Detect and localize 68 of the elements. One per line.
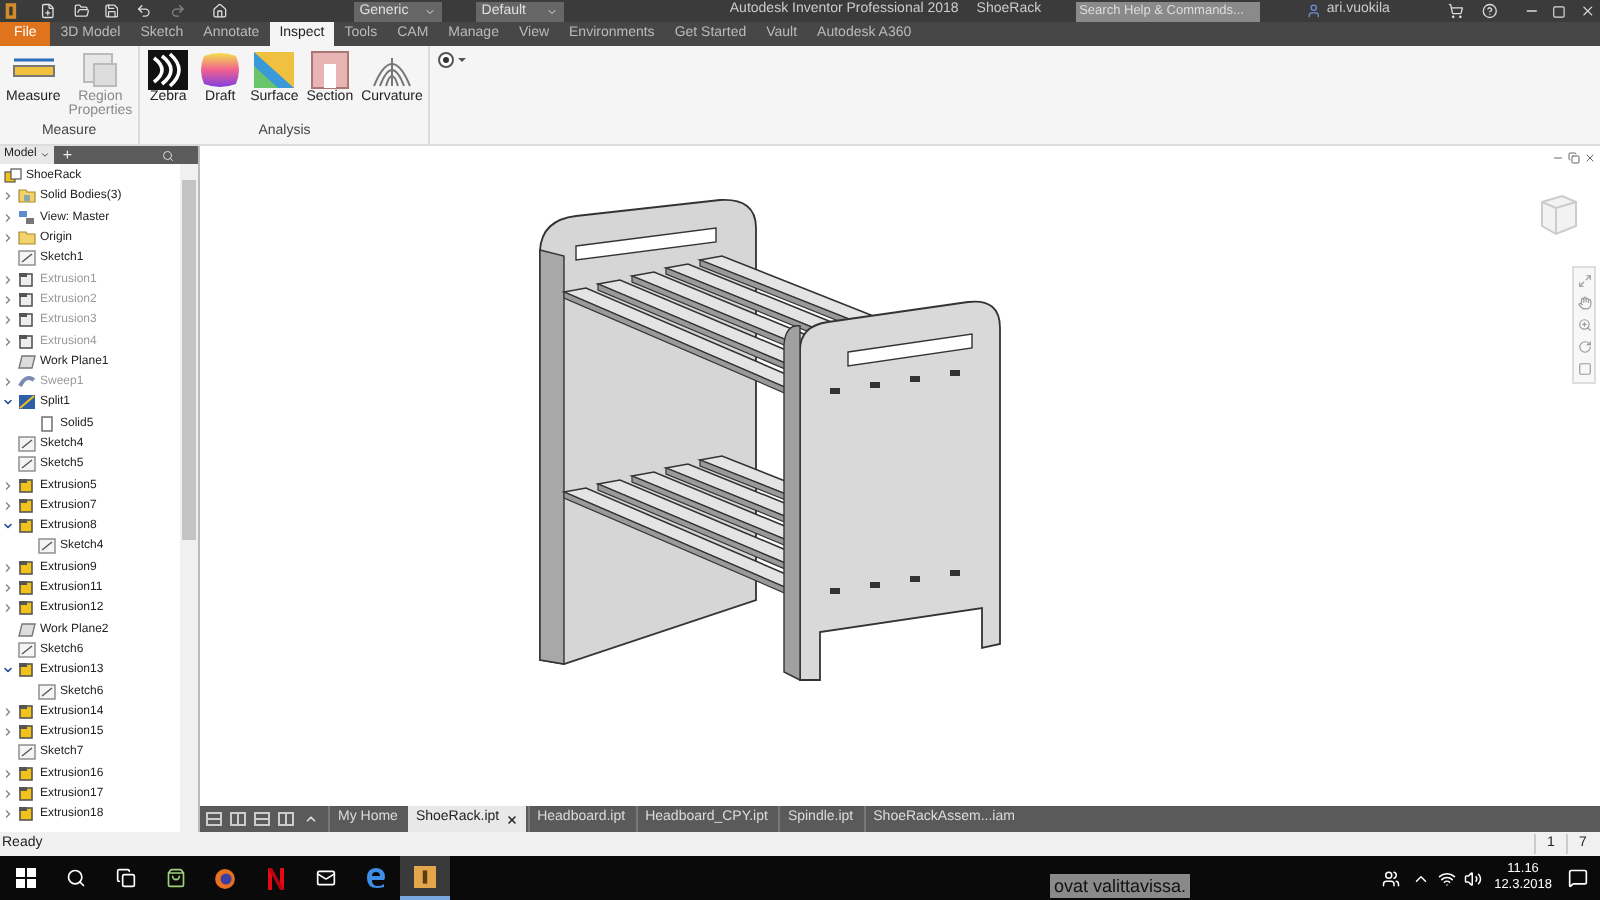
- people-icon[interactable]: [1382, 869, 1401, 887]
- sketch-icon: [38, 683, 56, 700]
- notification-icon[interactable]: [1568, 868, 1588, 888]
- window-layout-icon[interactable]: [254, 812, 270, 826]
- new-file-icon[interactable]: [39, 2, 56, 20]
- open-folder-icon[interactable]: [73, 2, 90, 20]
- extrusion-icon: [18, 312, 36, 329]
- window-layout-icon[interactable]: [278, 812, 294, 826]
- sketch-icon: [38, 538, 56, 555]
- folder-icon: [18, 230, 36, 247]
- save-icon[interactable]: [103, 2, 119, 20]
- extrusion-icon: [18, 703, 36, 720]
- cad-app-icon[interactable]: [400, 856, 450, 900]
- sweep-icon: [18, 374, 36, 391]
- solid-bodies-icon: [18, 188, 36, 205]
- sketch-icon: [18, 436, 36, 452]
- extrusion-icon: [18, 518, 36, 535]
- scrollbar[interactable]: [180, 164, 198, 832]
- appearance-dropdown-icon[interactable]: [438, 52, 471, 68]
- full-navigation-icon[interactable]: [1577, 274, 1591, 288]
- extrusion-icon: [18, 765, 36, 782]
- extrusion-icon: [18, 333, 36, 350]
- draft-analysis-icon: [198, 50, 243, 90]
- sketch-icon: [18, 250, 36, 267]
- extrusion-icon: [18, 580, 36, 597]
- extrusion-icon: [18, 559, 36, 576]
- sketch-icon: [18, 744, 36, 761]
- window-layout-icon[interactable]: [230, 812, 246, 826]
- cart-icon[interactable]: [1447, 2, 1464, 20]
- overlay-text: ovat valittavissa.: [1050, 874, 1191, 898]
- sketch-icon: [18, 641, 36, 658]
- extrusion-icon: [18, 806, 36, 823]
- restore-icon[interactable]: [1568, 152, 1580, 164]
- close-icon[interactable]: [1580, 2, 1597, 20]
- plane-icon: [18, 353, 36, 370]
- maximize-icon[interactable]: [1552, 3, 1567, 19]
- pan-icon[interactable]: [1577, 296, 1591, 310]
- solid-body-icon: [38, 415, 56, 432]
- dropdown-caret-icon: [545, 5, 558, 17]
- redo-icon[interactable]: [170, 2, 186, 20]
- surface-analysis-icon: [252, 50, 297, 90]
- split-icon: [18, 394, 36, 411]
- undo-icon[interactable]: [136, 2, 153, 20]
- plane-icon: [18, 621, 36, 638]
- dropdown-caret-icon: [40, 150, 51, 160]
- window-layout-icon[interactable]: [206, 812, 222, 826]
- extrusion-icon: [18, 662, 36, 679]
- zoom-icon[interactable]: [1577, 318, 1591, 332]
- app-logo-icon[interactable]: [4, 2, 18, 20]
- extrusion-icon: [18, 600, 36, 617]
- extrusion-icon: [18, 271, 36, 288]
- network-icon[interactable]: [1438, 869, 1457, 887]
- extrusion-icon: [18, 497, 36, 514]
- view-icon: [18, 209, 36, 226]
- sketch-icon: [18, 456, 36, 473]
- extrusion-icon: [18, 477, 36, 494]
- user-icon[interactable]: [1305, 2, 1321, 20]
- extrusion-icon: [18, 291, 36, 308]
- dropdown-caret-icon: [423, 5, 436, 17]
- add-tab-button[interactable]: +: [62, 147, 73, 163]
- extrusion-icon: [18, 786, 36, 803]
- help-icon[interactable]: [1481, 2, 1497, 20]
- orbit-icon[interactable]: [1577, 340, 1591, 354]
- volume-icon[interactable]: [1464, 869, 1483, 887]
- close-icon[interactable]: [1584, 152, 1596, 164]
- home-icon[interactable]: [211, 2, 228, 20]
- extrusion-icon: [18, 724, 36, 741]
- close-icon[interactable]: [505, 813, 518, 825]
